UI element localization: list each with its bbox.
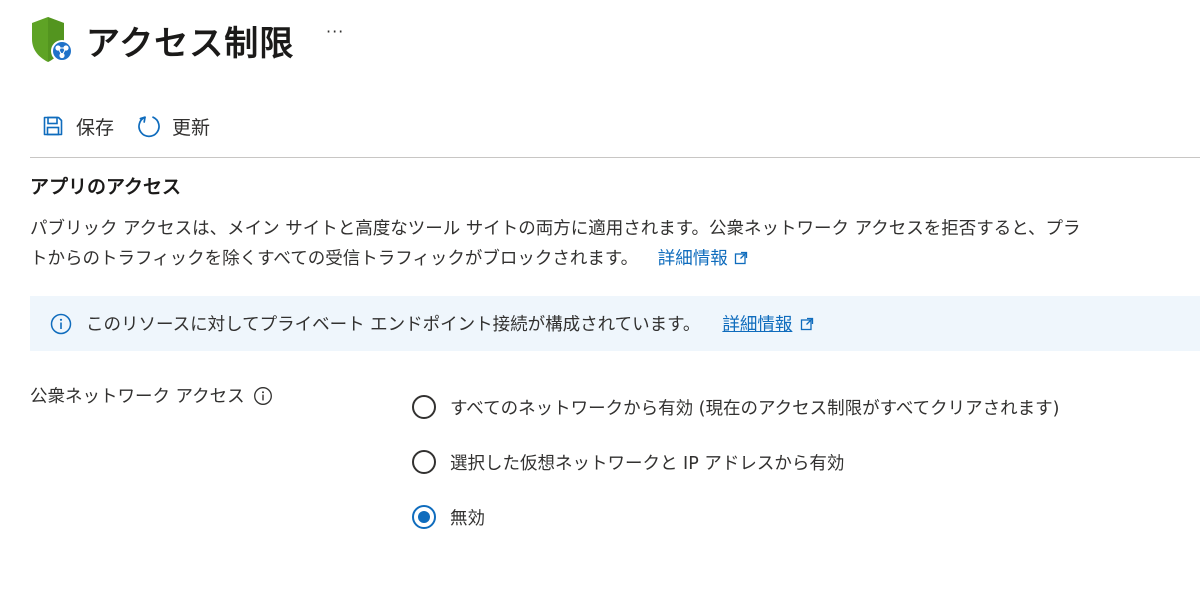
shield-network-icon <box>30 15 76 65</box>
page-header: アクセス制限 <box>30 10 294 70</box>
description-line-1: パブリック アクセスは、メイン サイトと高度なツール サイトの両方に適用されます… <box>30 219 1081 239</box>
command-bar: 保存 更新 <box>40 110 232 142</box>
radio-label: すべてのネットワークから有効 (現在のアクセス制限がすべてクリアされます) <box>450 398 1060 419</box>
banner-learn-more-label: 詳細情報 <box>722 315 793 335</box>
banner-text: このリソースに対してプライベート エンドポイント接続が構成されています。 <box>86 315 701 335</box>
save-button-label: 保存 <box>76 116 115 139</box>
refresh-button-label: 更新 <box>172 116 211 139</box>
radio-option-all-networks[interactable]: すべてのネットワークから有効 (現在のアクセス制限がすべてクリアされます) <box>412 392 1060 422</box>
external-link-icon <box>734 245 748 275</box>
radio-button[interactable] <box>412 395 436 419</box>
description-line-2: トからのトラフィックを除くすべての受信トラフィックがブロックされます。 詳細情報 <box>30 244 1200 275</box>
radio-button-selected[interactable] <box>412 505 436 529</box>
section-title-app-access: アプリのアクセス <box>30 176 182 198</box>
access-restrictions-page: アクセス制限 ··· 保存 更新 アプリのアクセス パブリック アクセスは、メイ… <box>0 0 1200 606</box>
save-button[interactable]: 保存 <box>40 110 114 142</box>
page-title: アクセス制限 <box>86 23 295 64</box>
private-endpoint-info-banner: このリソースに対してプライベート エンドポイント接続が構成されています。 詳細情… <box>30 296 1200 351</box>
radio-option-disabled[interactable]: 無効 <box>412 502 1060 532</box>
learn-more-link-label: 詳細情報 <box>657 249 728 269</box>
radio-label: 無効 <box>450 508 485 529</box>
more-options-button[interactable]: ··· <box>326 22 344 41</box>
info-icon <box>50 313 72 335</box>
external-link-icon <box>800 316 814 336</box>
info-tooltip-icon[interactable] <box>253 386 273 406</box>
banner-learn-more-link[interactable]: 詳細情報 <box>722 311 814 336</box>
save-icon <box>40 113 66 139</box>
description-line-2-text: トからのトラフィックを除くすべての受信トラフィックがブロックされます。 <box>30 249 639 269</box>
radio-button[interactable] <box>412 450 436 474</box>
public-network-access-radio-group: すべてのネットワークから有効 (現在のアクセス制限がすべてクリアされます) 選択… <box>412 392 1060 557</box>
app-access-description: パブリック アクセスは、メイン サイトと高度なツール サイトの両方に適用されます… <box>30 214 1200 275</box>
learn-more-link[interactable]: 詳細情報 <box>658 249 748 269</box>
refresh-button[interactable]: 更新 <box>136 110 210 142</box>
radio-label: 選択した仮想ネットワークと IP アドレスから有効 <box>450 453 845 474</box>
public-network-access-label: 公衆ネットワーク アクセス <box>30 383 273 408</box>
public-network-access-label-text: 公衆ネットワーク アクセス <box>30 387 245 407</box>
toolbar-divider <box>30 157 1200 158</box>
refresh-icon <box>136 113 162 139</box>
radio-option-selected-networks[interactable]: 選択した仮想ネットワークと IP アドレスから有効 <box>412 447 1060 477</box>
